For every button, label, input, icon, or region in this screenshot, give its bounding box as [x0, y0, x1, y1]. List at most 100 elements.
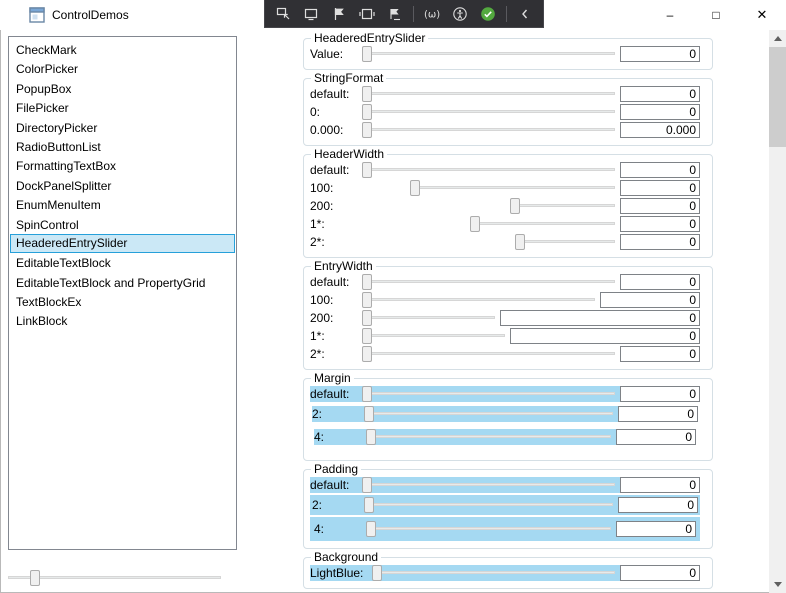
sidebar-item-filepicker[interactable]: FilePicker	[10, 98, 235, 117]
row-entry[interactable]: 0	[620, 198, 700, 214]
row-entry[interactable]: 0.000	[620, 122, 700, 138]
sidebar-item-popupbox[interactable]: PopupBox	[10, 79, 235, 98]
slider-thumb[interactable]	[30, 570, 40, 586]
row-slider[interactable]	[362, 386, 615, 402]
slider-thumb[interactable]	[372, 565, 382, 581]
sidebar-item-editabletextblock-and-propertygrid[interactable]: EditableTextBlock and PropertyGrid	[10, 273, 235, 292]
slider-track[interactable]	[470, 222, 615, 225]
slider-thumb[interactable]	[410, 180, 420, 196]
slider-track[interactable]	[362, 280, 615, 283]
slider-thumb[interactable]	[366, 429, 376, 445]
status-ok-icon[interactable]	[478, 4, 498, 24]
sidebar-item-colorpicker[interactable]: ColorPicker	[10, 59, 235, 78]
row-slider[interactable]	[362, 274, 615, 290]
slider-thumb[interactable]	[362, 346, 372, 362]
sidebar-item-linkblock[interactable]: LinkBlock	[10, 311, 235, 330]
slider-thumb[interactable]	[515, 234, 525, 250]
slider-thumb[interactable]	[362, 162, 372, 178]
select-element-icon[interactable]	[301, 4, 321, 24]
row-slider[interactable]	[362, 310, 495, 326]
slider-thumb[interactable]	[362, 292, 372, 308]
sidebar-item-textblockex[interactable]: TextBlockEx	[10, 292, 235, 311]
row-entry[interactable]: 0	[620, 216, 700, 232]
slider-track[interactable]	[515, 240, 615, 243]
sidebar-item-spincontrol[interactable]: SpinControl	[10, 215, 235, 234]
row-entry[interactable]: 0	[510, 328, 700, 344]
scroll-up-button[interactable]	[769, 30, 786, 47]
slider-track[interactable]	[364, 503, 613, 506]
row-entry[interactable]: 0	[620, 104, 700, 120]
slider-thumb[interactable]	[362, 104, 372, 120]
track-focused-element-icon[interactable]	[385, 4, 405, 24]
slider-track[interactable]	[364, 412, 613, 415]
slider-track[interactable]	[372, 571, 615, 574]
slider-track[interactable]	[362, 392, 615, 395]
slider-track[interactable]	[362, 92, 615, 95]
slider-thumb[interactable]	[362, 46, 372, 62]
slider-thumb[interactable]	[362, 477, 372, 493]
row-slider[interactable]	[364, 497, 613, 513]
slider-track[interactable]	[366, 435, 611, 438]
vertical-scrollbar[interactable]	[769, 30, 786, 593]
hot-reload-icon[interactable]: (ω)	[422, 4, 442, 24]
slider-thumb[interactable]	[470, 216, 480, 232]
slider-track[interactable]	[362, 334, 505, 337]
display-layout-adorners-icon[interactable]	[357, 4, 377, 24]
row-entry[interactable]: 0	[616, 521, 696, 537]
maximize-button[interactable]: □	[693, 0, 739, 30]
slider-track[interactable]	[510, 204, 615, 207]
sidebar-item-editabletextblock[interactable]: EditableTextBlock	[10, 253, 235, 272]
slider-track[interactable]	[362, 52, 615, 55]
scrollbar-thumb[interactable]	[769, 47, 786, 147]
row-slider[interactable]	[510, 198, 615, 214]
slider-thumb[interactable]	[510, 198, 520, 214]
slider-track[interactable]	[362, 483, 615, 486]
slider-thumb[interactable]	[362, 274, 372, 290]
sidebar-item-checkmark[interactable]: CheckMark	[10, 40, 235, 59]
sidebar-item-formattingtextbox[interactable]: FormattingTextBox	[10, 156, 235, 175]
row-entry[interactable]: 0	[620, 46, 700, 62]
slider-track[interactable]	[362, 316, 495, 319]
footer-slider[interactable]	[8, 570, 226, 588]
slider-thumb[interactable]	[364, 497, 374, 513]
row-slider[interactable]	[362, 122, 615, 138]
row-entry[interactable]: 0	[620, 86, 700, 102]
scroll-down-button[interactable]	[769, 576, 786, 593]
row-entry[interactable]: 0	[620, 162, 700, 178]
row-slider[interactable]	[362, 477, 615, 493]
slider-track[interactable]	[362, 128, 615, 131]
row-slider[interactable]	[362, 46, 615, 62]
slider-track[interactable]	[362, 168, 615, 171]
row-entry[interactable]: 0	[600, 292, 700, 308]
slider-track[interactable]	[362, 298, 595, 301]
row-entry[interactable]: 0	[620, 180, 700, 196]
row-slider[interactable]	[362, 162, 615, 178]
slider-track[interactable]	[366, 527, 611, 530]
enable-selection-icon[interactable]	[329, 4, 349, 24]
slider-thumb[interactable]	[362, 86, 372, 102]
go-to-live-visual-tree-icon[interactable]	[273, 4, 293, 24]
sidebar-item-headeredentryslider[interactable]: HeaderedEntrySlider	[10, 233, 235, 254]
row-slider[interactable]	[372, 565, 615, 581]
row-entry[interactable]: 0	[620, 346, 700, 362]
close-button[interactable]: ✕	[739, 0, 785, 30]
row-entry[interactable]: 0	[618, 497, 698, 513]
collapse-toolbar-icon[interactable]	[515, 4, 535, 24]
row-entry[interactable]: 0	[616, 429, 696, 445]
slider-track[interactable]	[362, 110, 615, 113]
sidebar-item-enummenuitem[interactable]: EnumMenuItem	[10, 195, 235, 214]
row-slider[interactable]	[362, 104, 615, 120]
sidebar-item-dockpanelsplitter[interactable]: DockPanelSplitter	[10, 176, 235, 195]
row-slider[interactable]	[366, 521, 611, 537]
row-slider[interactable]	[470, 216, 615, 232]
slider-thumb[interactable]	[362, 328, 372, 344]
row-entry[interactable]: 0	[500, 310, 700, 326]
row-slider[interactable]	[364, 406, 613, 422]
row-slider[interactable]	[362, 86, 615, 102]
slider-thumb[interactable]	[362, 122, 372, 138]
row-entry[interactable]: 0	[620, 274, 700, 290]
row-slider[interactable]	[362, 292, 595, 308]
slider-thumb[interactable]	[362, 310, 372, 326]
sidebar-item-radiobuttonlist[interactable]: RadioButtonList	[10, 137, 235, 156]
row-entry[interactable]: 0	[620, 234, 700, 250]
